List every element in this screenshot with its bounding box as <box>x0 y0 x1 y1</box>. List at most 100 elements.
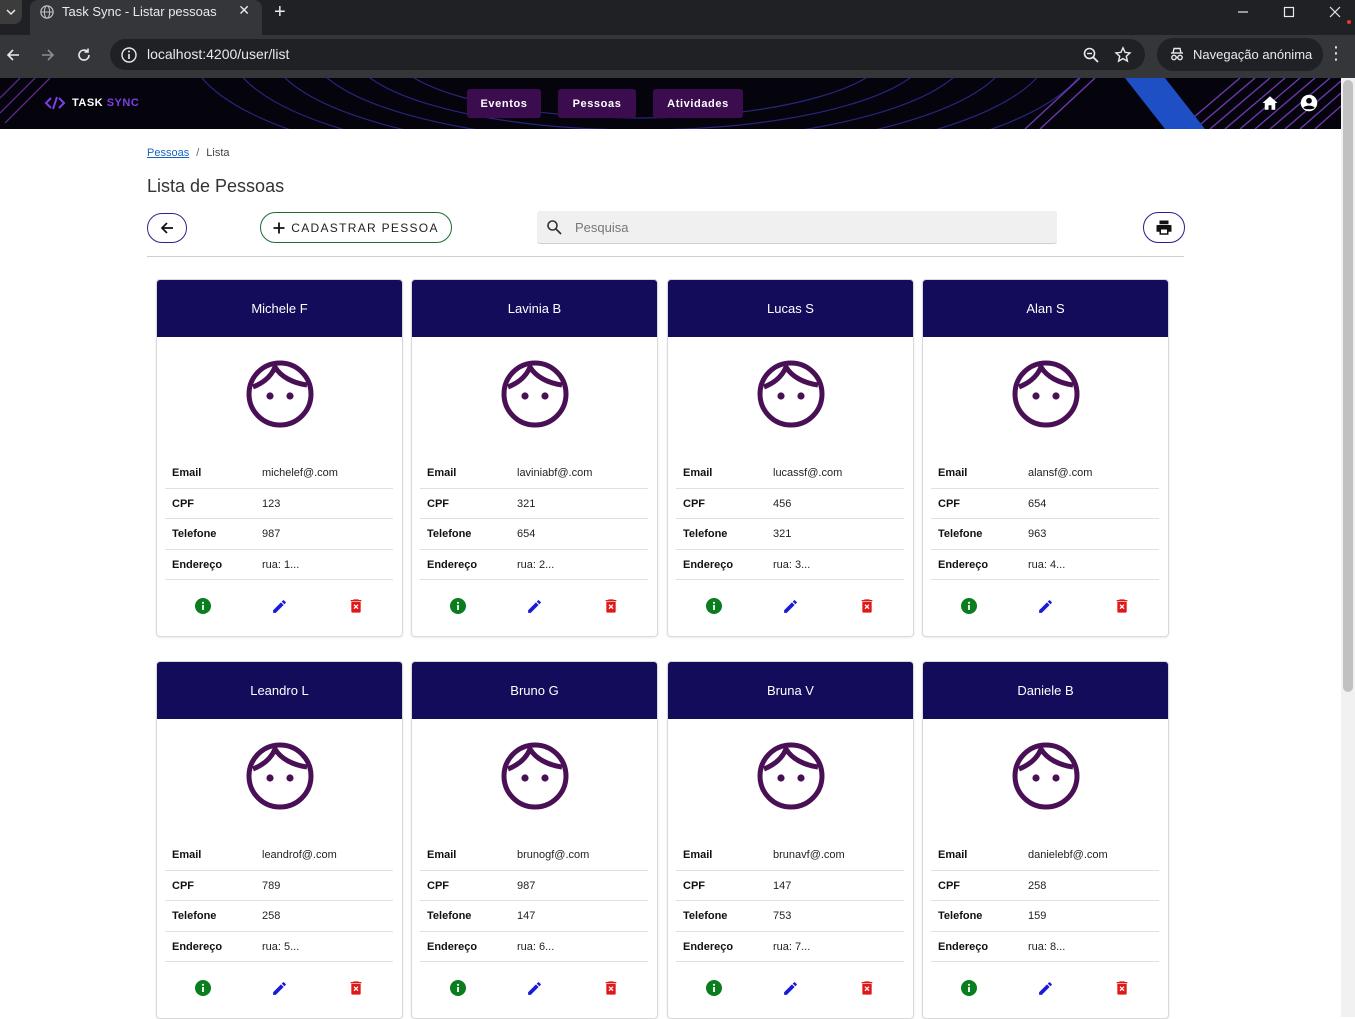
back-nav-button[interactable] <box>2 44 24 66</box>
new-tab-button[interactable]: + <box>274 1 286 24</box>
minimize-button[interactable] <box>1220 0 1266 24</box>
info-icon <box>961 598 977 614</box>
scrollbar-thumb[interactable] <box>1343 80 1353 692</box>
edit-pencil-icon <box>783 599 797 613</box>
field-label-address: Endereço <box>683 558 734 571</box>
zoom-icon[interactable] <box>1082 46 1100 64</box>
details-button[interactable] <box>960 979 978 997</box>
field-value-address: rua: 2... <box>517 558 555 571</box>
field-value-phone: 147 <box>517 910 536 922</box>
delete-trash-icon <box>605 981 617 995</box>
edit-button[interactable] <box>781 597 799 615</box>
field-label-email: Email <box>172 467 202 479</box>
incognito-indicator[interactable]: Navegação anónima <box>1157 38 1323 71</box>
notification-dot <box>1347 20 1351 24</box>
search-input[interactable]: Pesquisa <box>537 211 1057 244</box>
close-tab-icon[interactable]: ✕ <box>238 2 250 19</box>
reload-button[interactable] <box>73 44 95 66</box>
person-name: Michele F <box>157 280 402 337</box>
face-avatar-icon <box>246 360 314 428</box>
nav-pessoas-button[interactable]: Pessoas <box>558 89 636 118</box>
field-label-email: Email <box>427 849 457 861</box>
details-button[interactable] <box>449 597 467 615</box>
field-value-address: rua: 7... <box>773 940 811 953</box>
tab-search-button[interactable] <box>0 0 22 24</box>
info-row-cpf: CPF 987 <box>420 871 648 901</box>
nav-eventos-button[interactable]: Eventos <box>467 89 541 118</box>
address-bar[interactable]: localhost:4200/user/list <box>110 39 1145 70</box>
field-label-phone: Telefone <box>683 528 728 540</box>
details-button[interactable] <box>449 979 467 997</box>
delete-button[interactable] <box>858 979 876 997</box>
account-circle-icon[interactable] <box>1300 94 1318 112</box>
edit-pencil-icon <box>527 981 541 995</box>
details-button[interactable] <box>705 597 723 615</box>
person-info-table: Email laviniabf@.com CPF 321 Telefone 65… <box>420 458 648 580</box>
person-name: Lucas S <box>668 280 913 337</box>
breadcrumb-pessoas-link[interactable]: Pessoas <box>147 147 189 159</box>
edit-button[interactable] <box>525 597 543 615</box>
delete-button[interactable] <box>347 597 365 615</box>
info-row-phone: Telefone 147 <box>420 901 648 932</box>
delete-button[interactable] <box>602 979 620 997</box>
forward-nav-button[interactable] <box>37 44 59 66</box>
edit-pencil-icon <box>1038 599 1052 613</box>
person-name: Alan S <box>923 280 1168 337</box>
field-label-cpf: CPF <box>172 879 194 892</box>
field-value-phone: 654 <box>517 528 536 540</box>
edit-button[interactable] <box>525 979 543 997</box>
nav-atividades-button[interactable]: Atividades <box>653 89 743 118</box>
home-icon[interactable] <box>1261 94 1279 112</box>
field-value-email: lucassf@.com <box>773 467 843 479</box>
add-person-label: CADASTRAR PESSOA <box>291 220 439 235</box>
person-card: Lavinia B Email laviniabf@.com CPF 321 T… <box>411 279 658 637</box>
details-button[interactable] <box>194 979 212 997</box>
info-row-email: Email leandrof@.com <box>165 840 393 871</box>
edit-button[interactable] <box>1036 979 1054 997</box>
search-placeholder: Pesquisa <box>575 220 629 235</box>
info-row-cpf: CPF 456 <box>676 489 904 519</box>
delete-button[interactable] <box>347 979 365 997</box>
field-label-phone: Telefone <box>427 910 472 922</box>
person-name: Bruno G <box>412 662 657 719</box>
maximize-button[interactable] <box>1266 0 1312 24</box>
info-row-email: Email alansf@.com <box>931 458 1159 489</box>
field-value-address: rua: 4... <box>1028 558 1066 571</box>
person-name: Bruna V <box>668 662 913 719</box>
browser-menu-icon[interactable]: ⋮ <box>1327 43 1345 64</box>
delete-button[interactable] <box>602 597 620 615</box>
details-button[interactable] <box>705 979 723 997</box>
add-person-button[interactable]: CADASTRAR PESSOA <box>260 212 452 243</box>
app-logo[interactable]: TASK SYNC <box>44 96 139 110</box>
edit-button[interactable] <box>781 979 799 997</box>
person-info-table: Email alansf@.com CPF 654 Telefone 963 E… <box>931 458 1159 580</box>
field-label-phone: Telefone <box>427 528 472 540</box>
edit-button[interactable] <box>270 597 288 615</box>
face-avatar-icon <box>246 742 314 810</box>
field-label-email: Email <box>683 467 713 479</box>
star-icon[interactable] <box>1114 46 1132 64</box>
info-row-cpf: CPF 258 <box>931 871 1159 901</box>
print-button[interactable] <box>1143 212 1185 243</box>
details-button[interactable] <box>194 597 212 615</box>
site-info-icon[interactable] <box>120 46 138 64</box>
url-text: localhost:4200/user/list <box>147 46 290 62</box>
info-row-address: Endereço rua: 7... <box>676 932 904 962</box>
delete-button[interactable] <box>1113 979 1131 997</box>
details-button[interactable] <box>960 597 978 615</box>
field-label-address: Endereço <box>427 558 478 571</box>
info-row-address: Endereço rua: 8... <box>931 932 1159 962</box>
person-card: Daniele B Email danielebf@.com CPF 258 T… <box>922 661 1169 1019</box>
field-value-phone: 159 <box>1028 910 1047 922</box>
info-row-cpf: CPF 123 <box>165 489 393 519</box>
browser-tab[interactable]: Task Sync - Listar pessoas ✕ <box>30 0 262 35</box>
field-value-email: brunavf@.com <box>773 849 845 861</box>
edit-button[interactable] <box>1036 597 1054 615</box>
breadcrumb-current: Lista <box>206 147 230 159</box>
delete-button[interactable] <box>1113 597 1131 615</box>
back-button[interactable] <box>147 213 187 243</box>
delete-trash-icon <box>350 981 362 995</box>
delete-button[interactable] <box>858 597 876 615</box>
edit-button[interactable] <box>270 979 288 997</box>
arrow-back-icon <box>160 222 173 234</box>
